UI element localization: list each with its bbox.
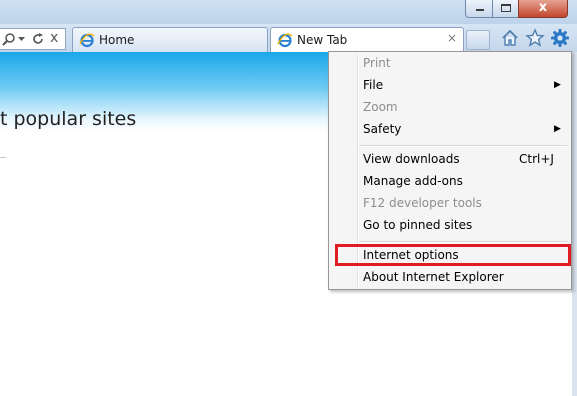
menu-shortcut: Ctrl+J: [519, 152, 554, 166]
close-button[interactable]: x: [518, 0, 568, 18]
gear-icon[interactable]: [550, 28, 570, 48]
ie-icon: [79, 33, 95, 48]
menu-item-go-to-pinned-sites[interactable]: Go to pinned sites: [363, 217, 472, 233]
star-icon[interactable]: [525, 28, 545, 48]
home-icon[interactable]: [500, 28, 520, 48]
search-icon[interactable]: [2, 32, 16, 46]
tab-home[interactable]: Home: [72, 27, 268, 52]
menu-item-view-downloads[interactable]: View downloads: [363, 151, 460, 167]
menu-item-zoom[interactable]: Zoom: [363, 99, 398, 115]
menu-item-print[interactable]: Print: [363, 55, 391, 71]
close-icon: x: [538, 0, 548, 15]
submenu-arrow-icon: ▶: [554, 80, 561, 90]
new-tab-button[interactable]: [466, 30, 490, 50]
scrollbar-edge: [572, 52, 577, 396]
refresh-icon[interactable]: [31, 32, 45, 46]
minimize-button[interactable]: [465, 0, 493, 18]
stop-icon[interactable]: x: [50, 30, 58, 46]
maximize-icon: [501, 4, 511, 12]
minimize-icon: [476, 9, 484, 11]
highlight-annotation: [335, 244, 571, 266]
divider: [0, 157, 6, 158]
tab-new-tab[interactable]: New Tab ×: [270, 27, 464, 52]
tab-label: Home: [99, 33, 135, 47]
menu-item-manage-add-ons[interactable]: Manage add-ons: [363, 173, 463, 189]
page-heading: t popular sites: [0, 108, 137, 130]
menu-separator: [359, 145, 567, 147]
ie-icon: [277, 33, 293, 48]
menu-item-file[interactable]: File: [363, 77, 383, 93]
maximize-button[interactable]: [492, 0, 519, 18]
tab-label: New Tab: [297, 33, 348, 47]
menu-item-safety[interactable]: Safety: [363, 121, 401, 137]
menu-item-f12-developer-tools[interactable]: F12 developer tools: [363, 195, 482, 211]
chevron-down-icon[interactable]: [18, 37, 25, 42]
close-tab-icon[interactable]: ×: [447, 31, 457, 45]
address-bar[interactable]: x: [0, 28, 66, 50]
menu-item-about-internet-explorer[interactable]: About Internet Explorer: [363, 269, 504, 285]
menu-separator: [359, 241, 567, 243]
submenu-arrow-icon: ▶: [554, 124, 561, 134]
